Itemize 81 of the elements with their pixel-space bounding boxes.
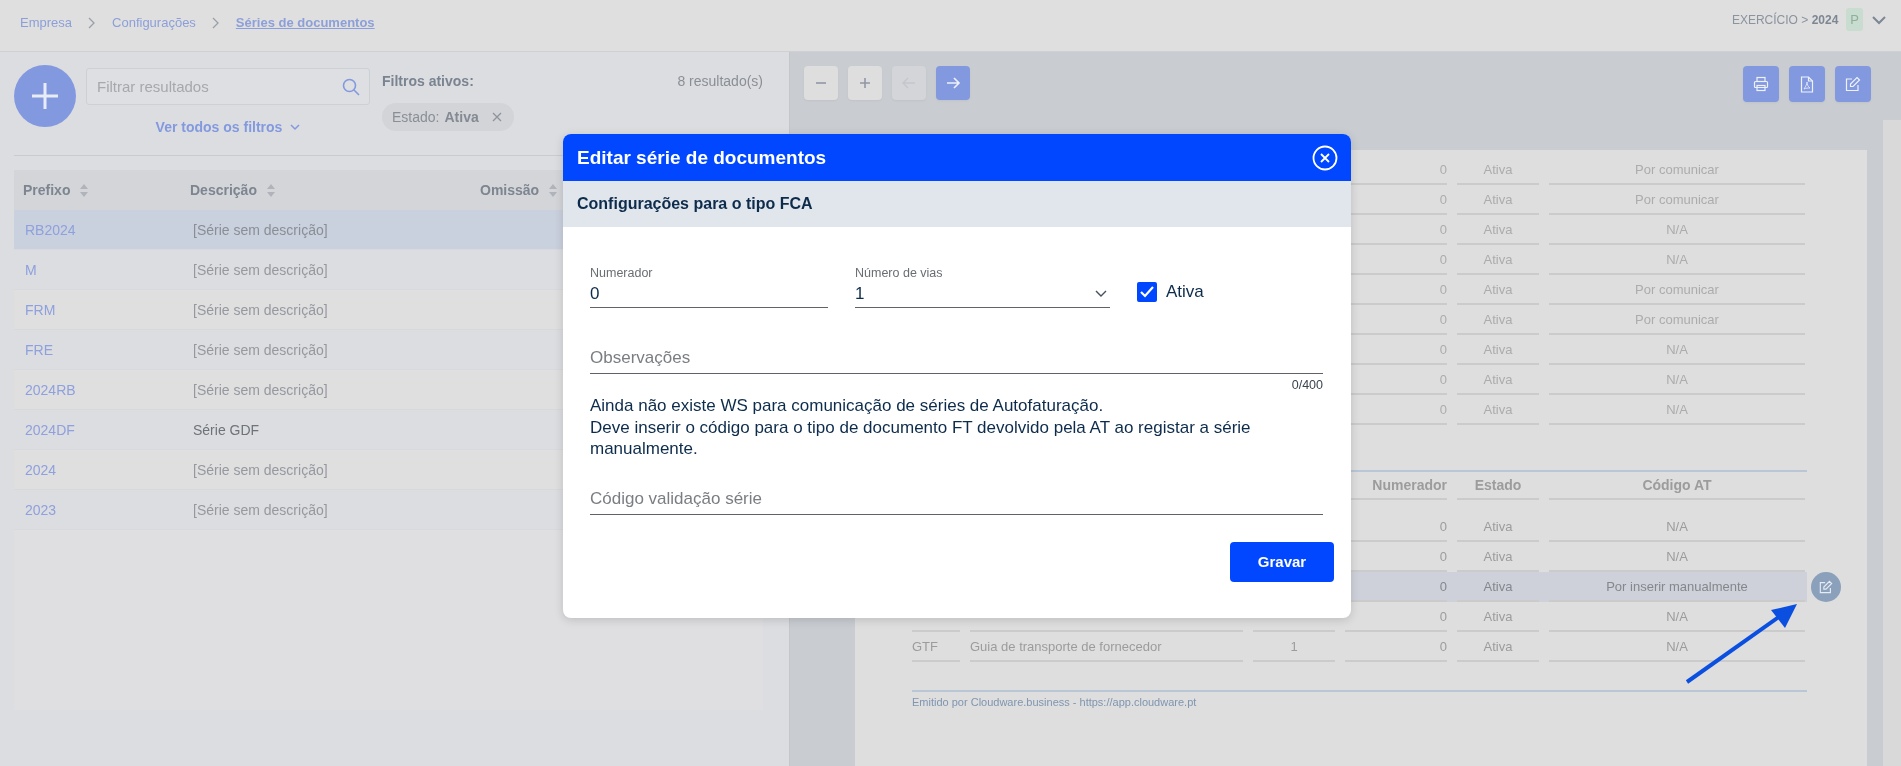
state-cell: Ativa (1457, 572, 1539, 602)
copies-cell: 1 (1290, 638, 1298, 654)
edit-icon (1845, 76, 1861, 92)
edit-icon (1819, 580, 1833, 594)
printer-icon (1753, 76, 1769, 92)
plus-icon (30, 81, 60, 111)
document-footer: Emitido por Cloudware.business - https://app.cloudware.pt (912, 696, 1807, 708)
column-header[interactable]: Prefixo (23, 182, 71, 198)
numerator-field[interactable]: 0 (590, 280, 828, 308)
search-field[interactable]: Filtrar resultados (86, 68, 370, 105)
at-code-cell: N/A (1549, 512, 1805, 542)
plus-button[interactable] (848, 66, 882, 100)
description-cell: [Série sem descrição] (193, 341, 328, 358)
pdf-button[interactable] (1789, 66, 1825, 102)
description-cell: [Série sem descrição] (193, 381, 328, 398)
state-cell: Ativa (1457, 602, 1539, 632)
description-cell: [Série sem descrição] (193, 461, 328, 478)
breadcrumb-link[interactable]: Configurações (112, 15, 196, 30)
chevron-right-icon (88, 16, 97, 29)
fiscal-year-label[interactable]: EXERCÍCIO > 2024 (1731, 12, 1839, 27)
print-button[interactable] (1743, 66, 1779, 102)
validation-code-field[interactable]: Código validação série (590, 483, 1323, 515)
result-count: 8 resultado(s) (677, 73, 763, 89)
chevron-down-icon[interactable] (290, 123, 301, 131)
close-icon[interactable] (491, 112, 502, 122)
pdf-file-icon (1800, 75, 1814, 93)
search-icon[interactable] (342, 78, 360, 96)
column-header[interactable]: Omissão (480, 182, 540, 198)
arrow-right-icon (945, 76, 961, 90)
filter-chip[interactable]: Estado: Ativa (382, 103, 514, 131)
prefix-cell-text: 2024DF (25, 421, 76, 438)
prefix-cell-text: M (25, 261, 38, 278)
at-code-cell: Por inserir manualmente (1549, 572, 1805, 602)
plus-icon (858, 76, 872, 90)
close-button[interactable] (1312, 144, 1338, 171)
user-badge[interactable]: P (1846, 8, 1863, 31)
field-label: Numerador (590, 266, 654, 280)
state-cell: Ativa (1457, 512, 1539, 542)
numerator-cell: 0 (1345, 632, 1447, 662)
sort-icon[interactable] (80, 183, 89, 197)
description-cell: [Série sem descrição] (193, 261, 328, 278)
minus-button[interactable] (804, 66, 838, 100)
prefix-cell-text: FRE (25, 341, 54, 358)
description-cell: Guia de transporte de fornecedor (970, 638, 1162, 654)
prefix-cell-text: FRM (25, 301, 57, 318)
checkmark-icon (1139, 285, 1155, 299)
close-icon (1312, 144, 1338, 171)
active-checkbox[interactable]: Ativa (1137, 282, 1204, 302)
chevron-down-icon (1095, 289, 1107, 298)
arrow-right-button[interactable] (936, 66, 970, 100)
chevron-down-icon[interactable] (1871, 14, 1887, 25)
sort-icon[interactable] (266, 183, 275, 197)
save-button[interactable]: Gravar (1230, 541, 1334, 582)
character-counter: 0/400 (1290, 378, 1323, 392)
description-cell: Série GDF (193, 421, 260, 438)
at-code-cell: N/A (1549, 632, 1805, 662)
prefix-cell-text: 2024RB (25, 381, 77, 398)
dialog-title: Editar série de documentos (577, 146, 827, 169)
checkbox[interactable] (1137, 282, 1157, 302)
prefix-cell-text: 2023 (25, 501, 58, 518)
description-cell: [Série sem descrição] (193, 301, 328, 318)
sort-icon[interactable] (549, 183, 558, 197)
edit-button[interactable] (1835, 66, 1871, 102)
all-filters-link[interactable]: Ver todos os filtros (155, 119, 301, 135)
breadcrumb-link[interactable]: Empresa (20, 15, 73, 30)
dialog-subtitle: Configurações para o tipo FCA (577, 195, 813, 213)
column-header: Código AT (1549, 472, 1805, 500)
description-cell: [Série sem descrição] (193, 221, 328, 238)
column-header: Estado (1457, 472, 1539, 500)
active-filters-label: Filtros ativos: (382, 73, 474, 89)
state-cell: Ativa (1457, 632, 1539, 662)
chevron-right-icon (211, 16, 220, 29)
notes-field[interactable]: Observações (590, 343, 1323, 374)
edit-button[interactable] (1811, 572, 1841, 602)
prefix-cell-text: 2024 (25, 461, 58, 478)
column-header[interactable]: Descrição (190, 182, 257, 198)
prefix-cell-text: RB2024 (25, 221, 77, 238)
copies-select[interactable]: Número de vias 1 (855, 266, 1110, 308)
description-cell: [Série sem descrição] (193, 501, 328, 518)
breadcrumb-link[interactable]: Séries de documentos (235, 15, 375, 30)
prefix-cell: GTF (912, 638, 938, 654)
